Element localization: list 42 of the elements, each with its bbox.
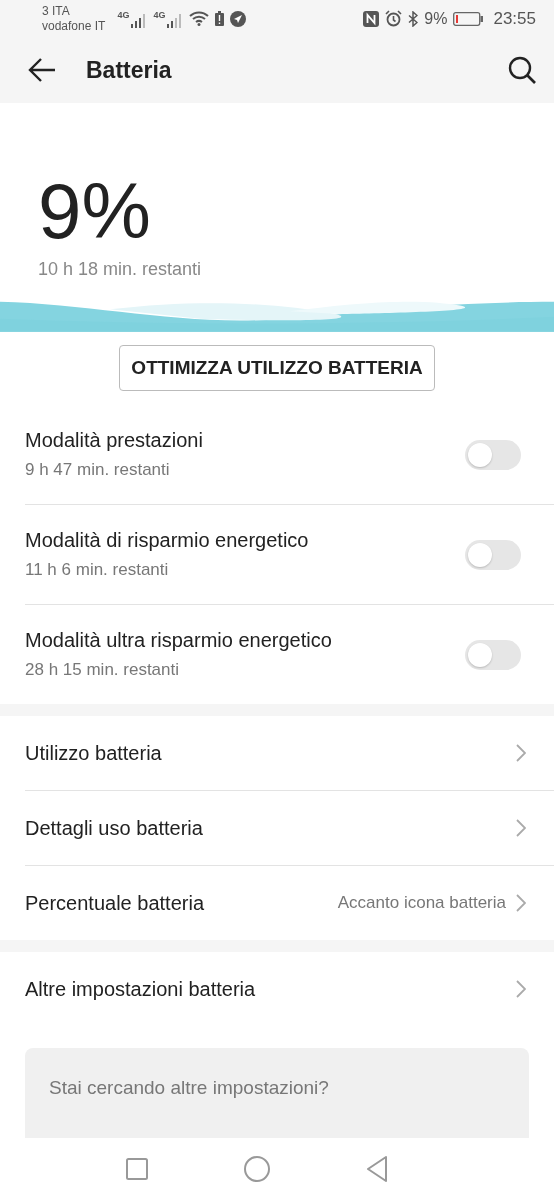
back-icon[interactable] — [28, 58, 56, 83]
chevron-icon — [516, 819, 526, 837]
mode-title: Modalità ultra risparmio energetico — [25, 629, 333, 652]
remaining-time: 28 h 15 min. restanti — [25, 660, 181, 680]
mode-title: Modalità di risparmio energetico — [25, 529, 310, 552]
setting-label[interactable]: Utilizzo batteria — [25, 741, 162, 765]
clock: 23:55 — [493, 8, 536, 29]
bluetooth-icon — [408, 10, 419, 27]
search-field[interactable]: Stai cercando altre impostazioni? — [25, 1048, 529, 1138]
setting-label[interactable]: Altre impostazioni batteria — [25, 977, 256, 1001]
toggle-switch[interactable] — [465, 539, 521, 570]
signal-icon — [131, 13, 148, 28]
chevron-icon — [516, 980, 526, 998]
toggle-switch[interactable] — [465, 439, 521, 470]
carrier-name: vodafone IT — [42, 18, 106, 34]
remaining-time: 9 h 47 min. restanti — [25, 460, 171, 480]
remaining-time: 11 h 6 min. restanti — [25, 560, 170, 580]
battery-icon — [453, 11, 484, 26]
setting-label[interactable]: Percentuale batteria — [25, 891, 204, 915]
carrier-name: 3 ITA — [42, 3, 71, 19]
toggle-switch[interactable] — [465, 639, 521, 670]
signal-icon — [167, 13, 184, 28]
setting-label[interactable]: Dettagli uso batteria — [25, 816, 203, 840]
chevron-icon — [516, 894, 526, 912]
wifi-icon — [189, 11, 210, 27]
network-type: 4G — [153, 10, 166, 20]
network-type: 4G — [117, 10, 130, 20]
page-title: Batteria — [86, 56, 172, 84]
search-icon[interactable] — [508, 56, 536, 85]
recent-apps-icon[interactable] — [126, 1158, 148, 1180]
chevron-icon — [516, 744, 526, 762]
remaining-time: 10 h 18 min. restanti — [38, 259, 203, 280]
battery-percentage: 9% — [424, 9, 448, 28]
alarm-icon — [385, 10, 403, 28]
nfc-icon — [363, 10, 380, 27]
home-icon[interactable] — [244, 1156, 270, 1182]
battery-percentage: 9% — [38, 171, 152, 251]
setting-value: Accanto icona batteria — [337, 893, 506, 913]
navigation-icon — [230, 10, 247, 27]
battery-alert-icon — [215, 11, 225, 27]
optimize-button[interactable]: OTTIMIZZA UTILIZZO BATTERIA — [119, 345, 435, 391]
mode-title: Modalità prestazioni — [25, 429, 204, 452]
